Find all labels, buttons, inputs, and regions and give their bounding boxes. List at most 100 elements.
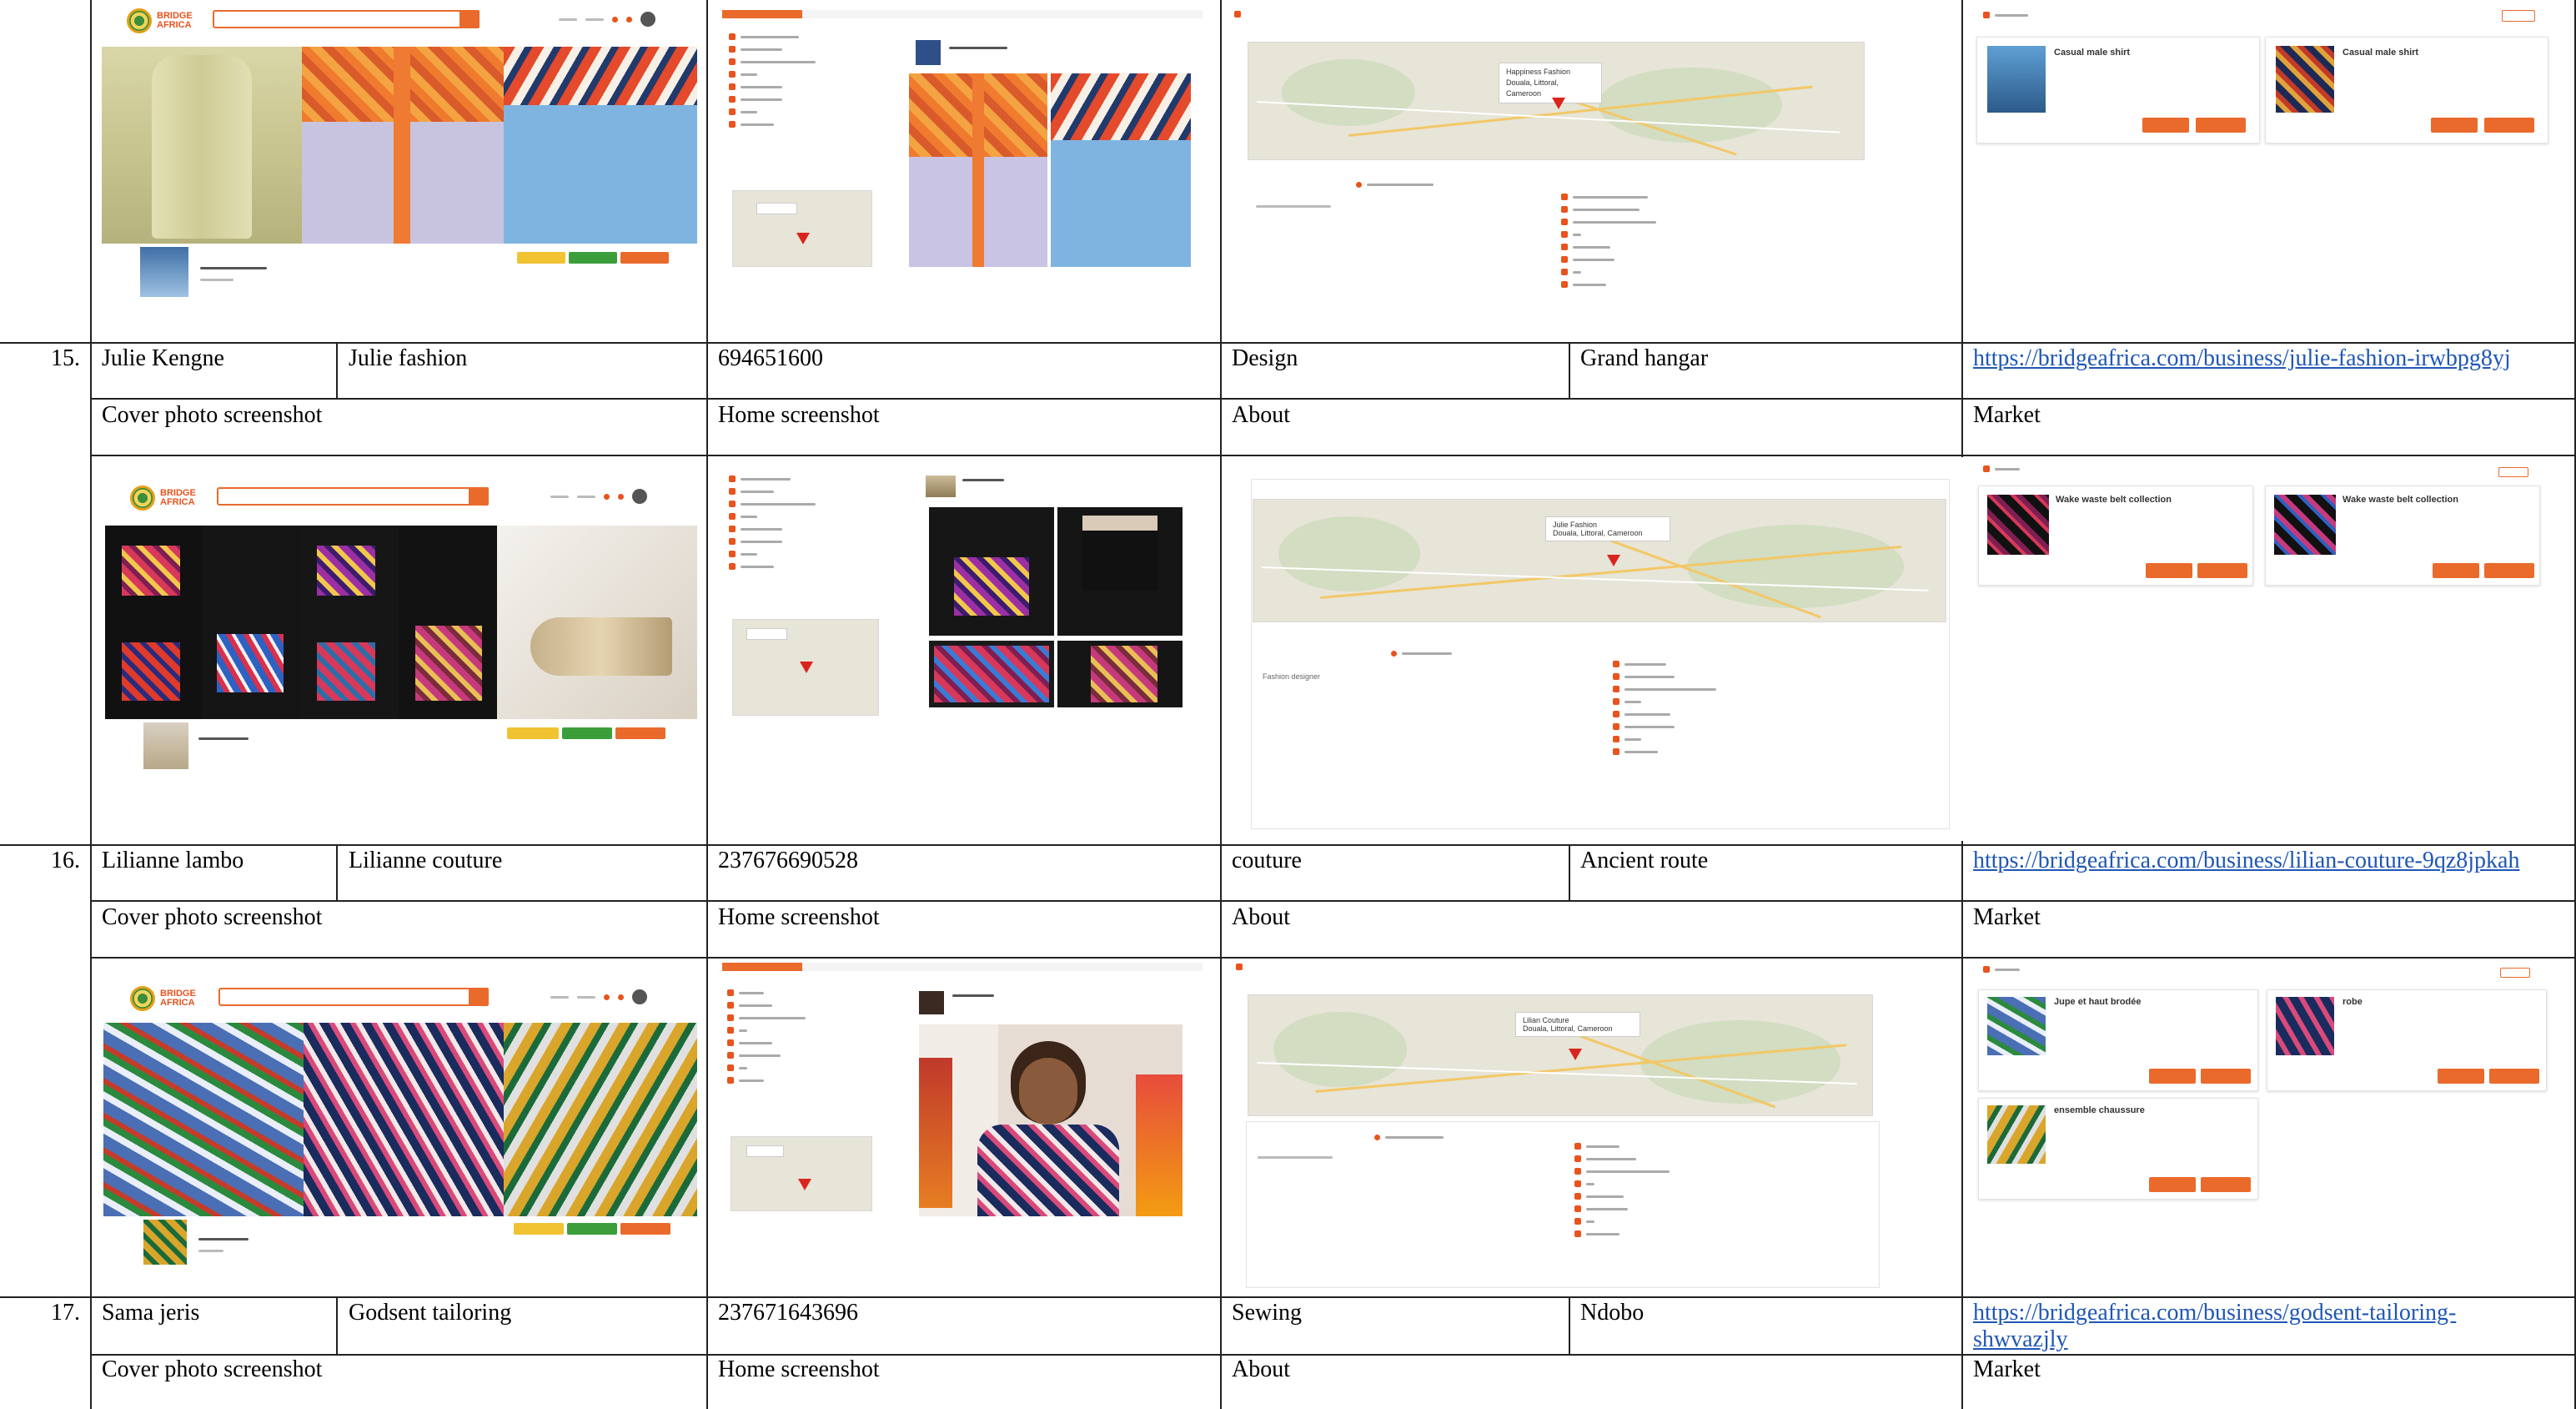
tab[interactable] bbox=[1042, 10, 1122, 18]
row-number: 17. bbox=[51, 1300, 80, 1326]
market-label: Market bbox=[1973, 1356, 2041, 1382]
add-to-cart-button[interactable] bbox=[2201, 1177, 2251, 1192]
search-input[interactable] bbox=[213, 10, 480, 28]
table-border bbox=[90, 0, 92, 1409]
tab-home[interactable] bbox=[722, 963, 802, 971]
business-url-line2[interactable]: shwvazjly bbox=[1973, 1326, 2068, 1352]
logo-icon bbox=[127, 8, 152, 33]
map-card-address: Douala, Littoral, Cameroon bbox=[1553, 529, 1643, 537]
market-item-card[interactable]: Wake waste belt collection bbox=[1978, 486, 2253, 586]
map-pin-icon bbox=[1607, 555, 1620, 566]
tab[interactable] bbox=[962, 10, 1042, 18]
add-to-cart-button[interactable] bbox=[2196, 118, 2246, 133]
add-to-cart-button[interactable] bbox=[2484, 118, 2534, 133]
avatar[interactable] bbox=[640, 12, 655, 27]
map-pin-icon bbox=[798, 1179, 811, 1190]
bridgeafrica-logo: BRIDGE AFRICA bbox=[130, 986, 196, 1011]
profile-thumbnail bbox=[143, 1220, 187, 1265]
add-to-cart-button[interactable] bbox=[2489, 1069, 2539, 1084]
follow-button[interactable] bbox=[620, 1223, 670, 1235]
map-card: Julie Fashion Douala, Littoral, Cameroon bbox=[1545, 516, 1670, 541]
search-icon[interactable] bbox=[469, 487, 489, 506]
market-item-card[interactable]: ensemble chaussure bbox=[1978, 1098, 2258, 1200]
message-button[interactable] bbox=[567, 1223, 617, 1235]
community-button[interactable] bbox=[517, 252, 565, 264]
business-url-link[interactable]: https://bridgeafrica.com/business/lilian… bbox=[1973, 848, 2519, 874]
table-border bbox=[0, 1296, 2576, 1298]
business-url-line1[interactable]: https://bridgeafrica.com/business/godsen… bbox=[1973, 1300, 2456, 1326]
location: Grand hangar bbox=[1580, 345, 1709, 371]
home-screenshot bbox=[721, 464, 1213, 736]
cover-screenshot: BRIDGE AFRICA bbox=[100, 3, 697, 337]
buy-now-button[interactable] bbox=[2433, 563, 2479, 578]
market-item-card[interactable]: Wake waste belt collection bbox=[2265, 486, 2540, 586]
home-photo bbox=[1057, 507, 1183, 636]
add-button[interactable] bbox=[2498, 467, 2528, 477]
tab[interactable] bbox=[802, 963, 882, 971]
market-item-card[interactable]: robe bbox=[2267, 989, 2547, 1091]
follow-button[interactable] bbox=[620, 252, 669, 264]
bridgeafrica-logo: BRIDGE AFRICA bbox=[130, 486, 196, 511]
action-buttons bbox=[517, 252, 669, 264]
follow-button[interactable] bbox=[615, 727, 665, 739]
buy-now-button[interactable] bbox=[2146, 563, 2192, 578]
market-item-title: robe bbox=[2343, 997, 2363, 1007]
cover-photo bbox=[105, 526, 202, 719]
tab[interactable] bbox=[1122, 963, 1203, 971]
home-label: Home screenshot bbox=[718, 402, 880, 428]
market-item-card[interactable]: Jupe et haut brodée bbox=[1978, 989, 2258, 1091]
tab-home[interactable] bbox=[722, 10, 802, 18]
logo-icon bbox=[130, 486, 155, 511]
business-url-link[interactable]: https://bridgeafrica.com/business/julie-… bbox=[1973, 345, 2511, 372]
buy-now-button[interactable] bbox=[2149, 1069, 2196, 1084]
cover-photo bbox=[504, 47, 697, 244]
tab[interactable] bbox=[1122, 10, 1203, 18]
document-table: 15. Julie Kengne Julie fashion 694651600… bbox=[0, 0, 2576, 1409]
profile-tabs bbox=[722, 963, 1203, 971]
about-title bbox=[1374, 1135, 1444, 1140]
search-input[interactable] bbox=[217, 487, 489, 506]
market-item-title: ensemble chaussure bbox=[2054, 1105, 2145, 1115]
market-screenshot: Casual male shirt Casual male shirt bbox=[1973, 5, 2567, 214]
table-border bbox=[90, 455, 2576, 456]
search-icon[interactable] bbox=[459, 10, 480, 28]
tab[interactable] bbox=[1042, 963, 1122, 971]
buy-now-button[interactable] bbox=[2142, 118, 2189, 133]
cover-photo bbox=[202, 526, 300, 719]
search-input[interactable] bbox=[218, 988, 489, 1006]
about-info-list bbox=[1613, 661, 1716, 755]
mini-map bbox=[732, 190, 872, 267]
buy-now-button[interactable] bbox=[2438, 1069, 2484, 1084]
cover-screenshot: BRIDGE AFRICA bbox=[100, 477, 697, 777]
search-icon[interactable] bbox=[469, 988, 489, 1006]
map-card bbox=[756, 203, 797, 214]
home-photo bbox=[929, 641, 1054, 707]
profile-thumbnail bbox=[140, 247, 188, 297]
add-to-cart-button[interactable] bbox=[2197, 563, 2247, 578]
location-map: Julie Fashion Douala, Littoral, Cameroon bbox=[1253, 499, 1946, 622]
add-button[interactable] bbox=[2500, 968, 2530, 978]
bridgeafrica-logo: BRIDGE AFRICA bbox=[127, 8, 193, 33]
community-button[interactable] bbox=[514, 1223, 564, 1235]
business-url-link[interactable]: https://bridgeafrica.com/business/godsen… bbox=[1973, 1300, 2557, 1353]
buy-now-button[interactable] bbox=[2431, 118, 2478, 133]
avatar[interactable] bbox=[632, 989, 647, 1004]
map-card-address: Douala, Littoral, Cameroon bbox=[1523, 1024, 1613, 1033]
tab[interactable] bbox=[882, 963, 962, 971]
cover-label: Cover photo screenshot bbox=[102, 402, 323, 428]
market-item-card[interactable]: Casual male shirt bbox=[2265, 37, 2548, 143]
add-to-cart-button[interactable] bbox=[2201, 1069, 2251, 1084]
buy-now-button[interactable] bbox=[2149, 1177, 2196, 1192]
tab[interactable] bbox=[882, 10, 962, 18]
add-button[interactable] bbox=[2502, 10, 2535, 22]
message-button[interactable] bbox=[569, 252, 617, 264]
community-button[interactable] bbox=[507, 727, 559, 739]
tab[interactable] bbox=[962, 963, 1042, 971]
add-to-cart-button[interactable] bbox=[2484, 563, 2534, 578]
avatar[interactable] bbox=[632, 489, 647, 504]
tab[interactable] bbox=[802, 10, 882, 18]
market-item-card[interactable]: Casual male shirt bbox=[1976, 37, 2260, 143]
cover-label: Cover photo screenshot bbox=[102, 1356, 323, 1382]
phone-number: 694651600 bbox=[718, 345, 823, 371]
message-button[interactable] bbox=[562, 727, 612, 739]
